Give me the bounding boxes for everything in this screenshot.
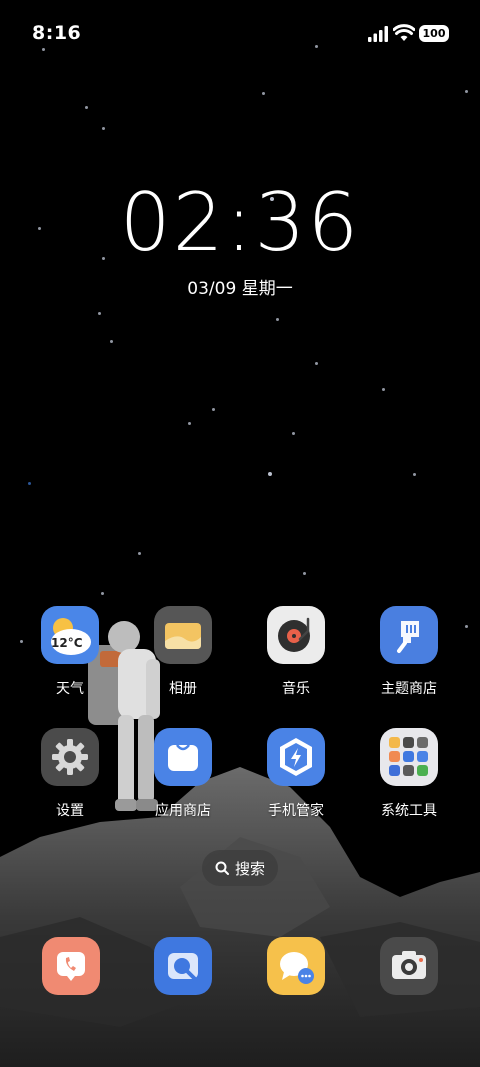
- app-gallery[interactable]: 相册: [133, 606, 233, 698]
- wallpaper: [0, 0, 480, 1067]
- app-label: 手机管家: [268, 803, 324, 819]
- app-label: 天气: [56, 681, 84, 697]
- wifi-icon: [393, 24, 415, 41]
- battery-icon: 100: [419, 25, 449, 42]
- settings-icon: [41, 728, 99, 786]
- weather-icon: 12°C: [41, 606, 99, 664]
- dock-browser[interactable]: [154, 937, 212, 995]
- app-music[interactable]: 音乐: [246, 606, 346, 698]
- dock-messages[interactable]: [267, 937, 325, 995]
- dock-phone[interactable]: [42, 937, 100, 995]
- music-icon: [267, 606, 325, 664]
- camera-icon: [392, 951, 426, 979]
- app-app-store[interactable]: 应用商店: [133, 728, 233, 820]
- status-time: 8:16: [32, 22, 82, 44]
- app-label: 应用商店: [155, 803, 211, 819]
- search-label: 搜索: [234, 859, 265, 878]
- app-label: 设置: [56, 803, 84, 819]
- search-button[interactable]: 搜索: [202, 850, 278, 886]
- app-label: 主题商店: [381, 681, 437, 697]
- clock-widget-time[interactable]: 02:36: [0, 176, 480, 269]
- app-store-icon: [154, 728, 212, 786]
- status-bar: 8:16 100: [0, 0, 480, 68]
- app-label: 相册: [169, 681, 197, 697]
- app-theme-store[interactable]: 主题商店: [359, 606, 459, 698]
- messages-icon: [280, 952, 314, 984]
- theme-store-icon: [380, 606, 438, 664]
- app-phone-manager[interactable]: 手机管家: [246, 728, 346, 820]
- search-icon: [215, 861, 229, 875]
- app-system-tools[interactable]: 系统工具: [359, 728, 459, 820]
- app-label: 系统工具: [381, 803, 437, 819]
- clock-widget-date[interactable]: 03/09 星期一: [0, 274, 480, 299]
- app-settings[interactable]: 设置: [20, 728, 120, 820]
- app-label: 音乐: [282, 681, 310, 697]
- signal-icon: [368, 26, 388, 42]
- gallery-icon: [154, 606, 212, 664]
- app-weather[interactable]: 12°C 天气: [20, 606, 120, 698]
- dock-camera[interactable]: [380, 937, 438, 995]
- folder-icon: [380, 728, 438, 786]
- phone-icon: [57, 952, 85, 981]
- weather-temp-badge: 12°C: [51, 636, 83, 650]
- browser-icon: [168, 953, 198, 981]
- phone-manager-icon: [267, 728, 325, 786]
